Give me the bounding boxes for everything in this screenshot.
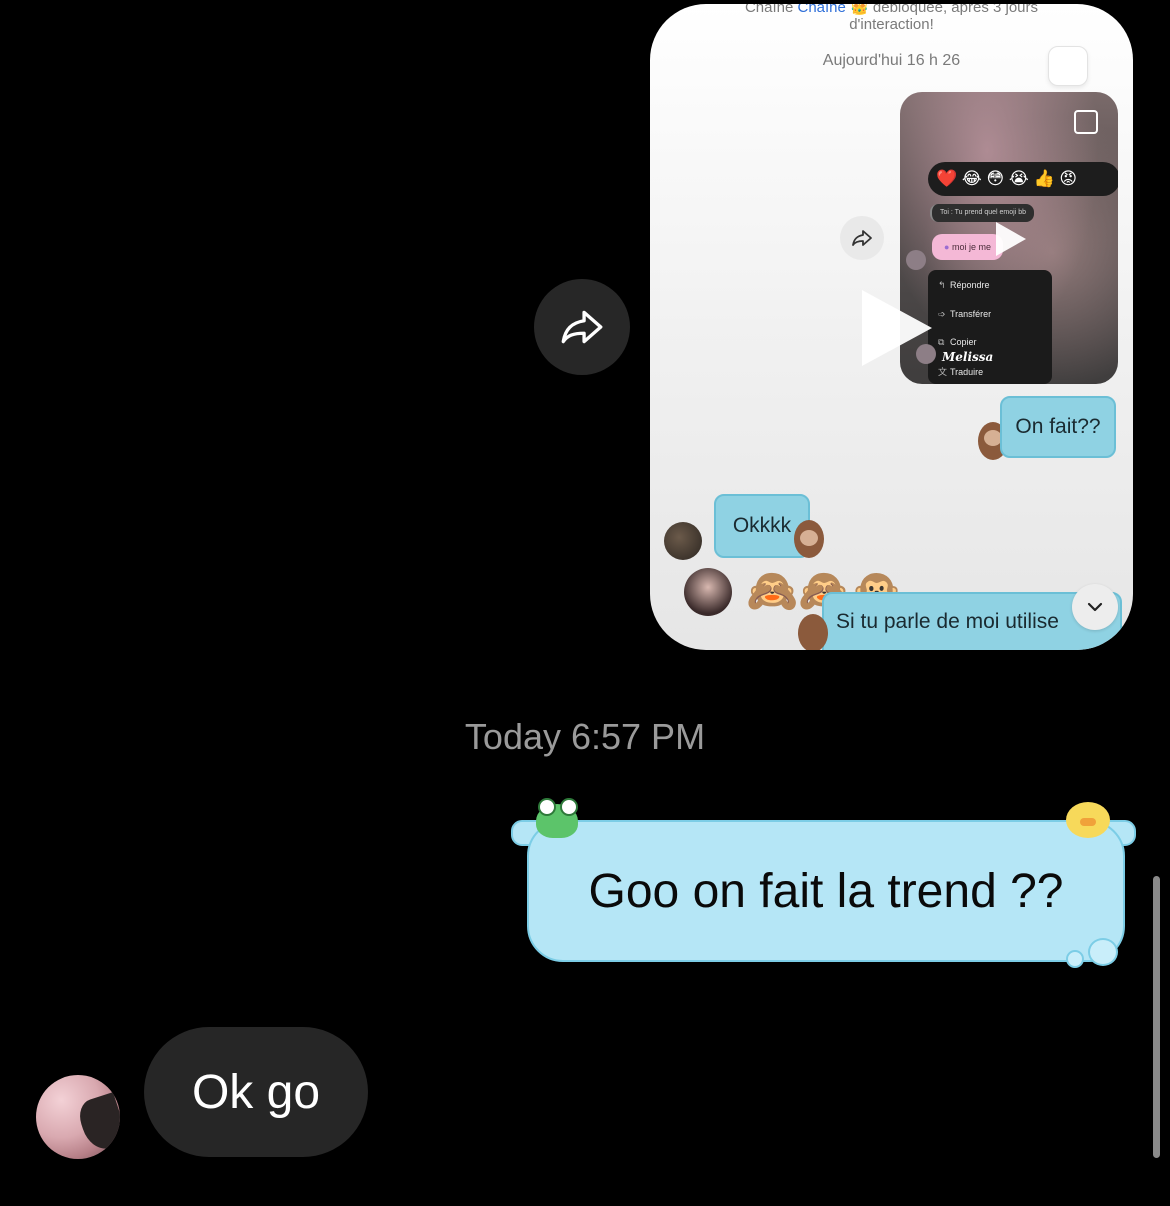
copy-icon[interactable] [1048,46,1088,86]
system-notice-link: Chaîne [797,4,846,16]
menu-item-forward: ➩ Transférer [938,309,992,319]
share-arrow-icon [561,310,603,344]
context-menu: ↰ Répondre ➩ Transférer ⧉ Copier 文 Traduire [928,270,1052,384]
message-bubble: On fait?? [1000,396,1116,458]
reaction-bar: ❤️ 😂 😳 😭 👍 😡 [928,162,1118,196]
avatar [684,568,732,616]
my-message-bubble[interactable]: Goo on fait la trend ?? [527,820,1125,962]
crown-icon: 👑 [850,4,869,16]
reply-icon: ↰ [938,280,946,290]
bubble-decoration [1066,950,1084,968]
my-message-text: Goo on fait la trend ?? [588,864,1064,918]
avatar [906,250,926,270]
scroll-down-button[interactable] [1072,584,1118,630]
avatar[interactable] [36,1075,120,1159]
menu-item-copy: ⧉ Copier [938,337,977,347]
inner-forward-button[interactable] [840,216,884,260]
chat-timestamp: Today 6:57 PM [464,716,706,757]
play-icon [996,222,1026,256]
translate-icon: 文 [938,367,948,377]
their-message-text: Ok go [191,1065,321,1119]
bubble-decoration [1088,938,1118,966]
duck-sticker-icon [1064,798,1112,840]
sender-name: Melissa [942,350,994,364]
otter-sticker-icon [788,516,832,564]
scrollbar[interactable] [1153,876,1160,1158]
pink-message: ● moi je me [932,234,1003,260]
forward-button[interactable] [534,279,630,375]
system-notice-line2: d'interaction! [849,16,934,33]
copy-icon: ⧉ [938,337,945,347]
their-message-bubble[interactable]: Ok go [144,1027,368,1157]
play-icon[interactable] [862,290,932,366]
menu-item-reply: ↰ Répondre [938,280,990,290]
share-arrow-icon [852,230,872,246]
quoted-message: Toi : Tu prend quel emoji bb [930,204,1034,222]
copy-icon [1074,110,1098,134]
forward-icon: ➩ [938,309,946,319]
chevron-down-icon [1087,602,1103,612]
system-notice: Chaîne Chaîne 👑 débloquée, après 3 jours [650,4,1133,16]
menu-item-translate: 文 Traduire [938,367,984,377]
frog-sticker-icon [532,796,582,840]
shared-video-card[interactable]: Chaîne Chaîne 👑 débloquée, après 3 jours… [650,4,1133,650]
otter-sticker-icon [792,608,836,650]
avatar [664,522,702,560]
